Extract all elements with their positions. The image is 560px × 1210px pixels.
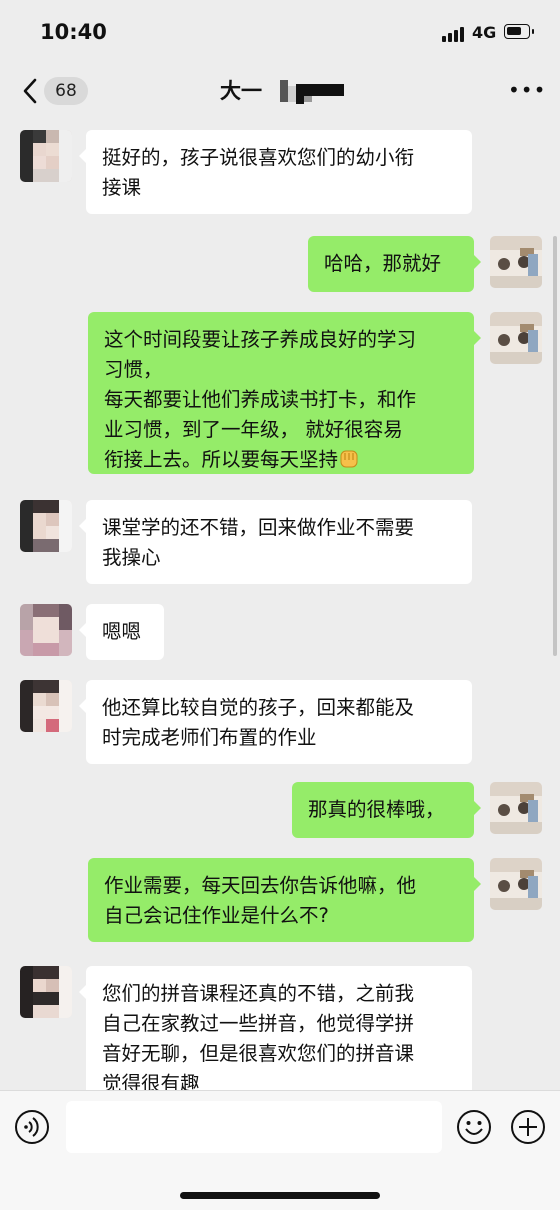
plus-icon[interactable] (510, 1109, 546, 1145)
chevron-left-icon[interactable] (20, 76, 42, 106)
message-bubble[interactable]: 这个时间段要让孩子养成良好的学习 习惯， 每天都要让他们养成读书打卡，和作 业习… (88, 312, 481, 474)
emoji-icon[interactable] (456, 1109, 492, 1145)
title-mosaic (280, 80, 344, 104)
nav-bar: 68 大一 ••• (0, 66, 560, 116)
message-row: 您们的拼音课程还真的不错，之前我 自己在家教过一些拼音，他觉得学拼 音好无聊，但… (0, 966, 560, 1090)
home-indicator (180, 1192, 380, 1199)
avatar[interactable] (20, 130, 72, 182)
avatar[interactable] (490, 858, 542, 910)
message-row: 课堂学的还不错，回来做作业不需要 我操心 (0, 500, 560, 584)
avatar[interactable] (490, 782, 542, 834)
signal-icon (442, 26, 468, 42)
message-row: 挺好的，孩子说很喜欢您们的幼小衔 接课 (0, 130, 560, 214)
avatar[interactable] (20, 966, 72, 1018)
fist-emoji-icon (340, 450, 358, 468)
avatar[interactable] (490, 312, 542, 364)
message-row: 作业需要，每天回去你告诉他嘛，他 自己会记住作业是什么不? (0, 858, 560, 942)
status-time: 10:40 (40, 20, 107, 44)
message-bubble[interactable]: 嗯嗯 (79, 604, 164, 660)
scrollbar[interactable] (553, 236, 557, 656)
message-bubble[interactable]: 那真的很棒哦， (292, 782, 481, 838)
message-bubble[interactable]: 作业需要，每天回去你告诉他嘛，他 自己会记住作业是什么不? (88, 858, 481, 942)
avatar[interactable] (20, 500, 72, 552)
message-row: 他还算比较自觉的孩子，回来都能及 时完成老师们布置的作业 (0, 680, 560, 764)
voice-icon[interactable] (14, 1109, 50, 1145)
message-bubble[interactable]: 您们的拼音课程还真的不错，之前我 自己在家教过一些拼音，他觉得学拼 音好无聊，但… (79, 966, 472, 1090)
message-row: 嗯嗯 (0, 604, 560, 660)
more-icon[interactable]: ••• (508, 80, 545, 100)
message-text: 这个时间段要让孩子养成良好的学习 习惯， 每天都要让他们养成读书打卡，和作 业习… (104, 328, 417, 471)
avatar[interactable] (490, 236, 542, 288)
message-bubble[interactable]: 他还算比较自觉的孩子，回来都能及 时完成老师们布置的作业 (79, 680, 472, 764)
message-bubble[interactable]: 课堂学的还不错，回来做作业不需要 我操心 (79, 500, 472, 584)
chat-title: 大一 (220, 79, 262, 103)
message-bubble[interactable]: 哈哈，那就好 (308, 236, 481, 292)
message-bubble[interactable]: 挺好的，孩子说很喜欢您们的幼小衔 接课 (79, 130, 472, 214)
message-row: 那真的很棒哦， (0, 782, 560, 838)
chat-area: 挺好的，孩子说很喜欢您们的幼小衔 接课 哈哈，那就好 这个时间段要让孩子养成良好… (0, 116, 560, 1090)
network-type: 4G (472, 23, 497, 42)
status-bar: 10:40 4G (0, 0, 560, 66)
chat-screen: 10:40 4G 68 大一 ••• 挺好的，孩子说很喜欢您们的幼小衔 接课 哈… (0, 0, 560, 1210)
battery-icon (504, 24, 534, 39)
message-input[interactable] (66, 1101, 442, 1153)
message-row: 哈哈，那就好 (0, 236, 560, 292)
message-row: 这个时间段要让孩子养成良好的学习 习惯， 每天都要让他们养成读书打卡，和作 业习… (0, 312, 560, 474)
unread-count-badge[interactable]: 68 (44, 77, 88, 105)
avatar[interactable] (20, 604, 72, 656)
avatar[interactable] (20, 680, 72, 732)
